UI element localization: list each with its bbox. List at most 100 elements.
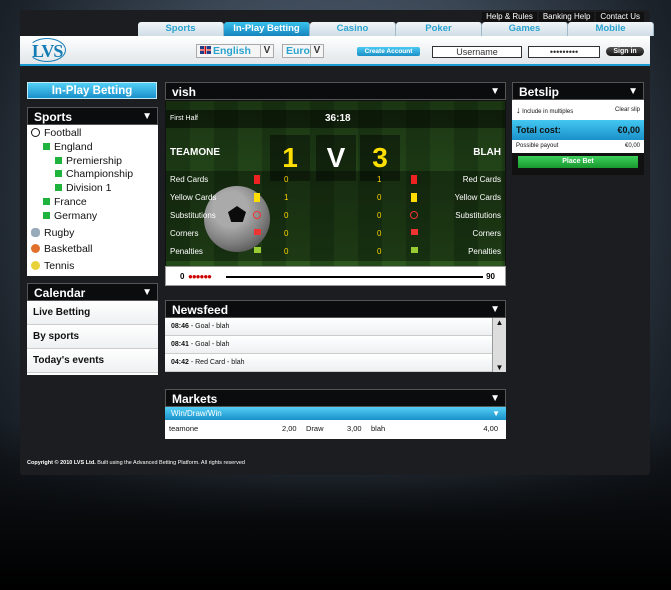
calendar-title: Calendar ▼ <box>27 283 158 301</box>
betslip-panel: Betslip ▼ ↓ Include in multiples Clear sli… <box>512 82 644 175</box>
header-bar: LVS English V Euro V Create Account Userna… <box>20 36 650 66</box>
news-item: 08:46 - Goal - blah <box>165 318 506 336</box>
collapse-icon[interactable]: ▼ <box>490 390 500 408</box>
sport-rugby[interactable]: Rugby <box>31 227 154 241</box>
green-square-icon <box>43 197 50 205</box>
penalty-icon <box>254 247 261 253</box>
market-row: teamone 2,00 Draw 3,00 blah 4,00 <box>165 420 506 438</box>
contact-us-link[interactable]: Contact Us <box>596 12 644 22</box>
region-france[interactable]: France <box>31 196 154 210</box>
language-select[interactable]: English V <box>196 44 274 58</box>
collapse-icon[interactable]: ▼ <box>628 83 638 101</box>
collapse-icon[interactable]: ▼ <box>142 108 152 126</box>
uk-flag-icon <box>200 46 211 54</box>
tab-sports[interactable]: Sports <box>138 22 224 36</box>
odds-home[interactable]: 2,00 <box>282 420 297 438</box>
in-play-betting-button[interactable]: In-Play Betting <box>27 82 157 99</box>
event-icons: ●●●●●● <box>188 272 212 281</box>
corner-flag-icon <box>254 229 261 235</box>
basketball-icon <box>31 244 40 254</box>
clock-row: First Half 36:18 <box>166 110 505 128</box>
banking-help-link[interactable]: Banking Help <box>538 12 595 22</box>
newsfeed-scrollbar[interactable]: ▲ ▼ <box>492 318 506 372</box>
stat-penalties: Penalties 0 0 Penalties <box>166 243 505 261</box>
odds-draw[interactable]: 3,00 <box>347 420 362 438</box>
tab-games[interactable]: Games <box>482 22 568 36</box>
substitution-icon <box>253 211 261 219</box>
calendar-live-betting[interactable]: Live Betting <box>27 301 158 325</box>
collapse-icon[interactable]: ▼ <box>142 284 152 302</box>
betslip-title: Betslip ▼ <box>512 82 644 100</box>
possible-payout-row: Possible payout €0,00 <box>512 140 644 153</box>
calendar-todays-events[interactable]: Today's events <box>27 349 158 373</box>
tennis-icon <box>31 261 40 271</box>
football-icon <box>31 128 40 137</box>
clear-slip-link[interactable]: Clear slip <box>615 100 640 120</box>
place-bet-button[interactable]: Place Bet <box>518 156 638 168</box>
news-item: 04:42 - Red Card - blah <box>165 354 506 372</box>
sports-panel: Sports ▼ Football England Premiership Cha… <box>27 107 158 276</box>
tab-casino[interactable]: Casino <box>310 22 396 36</box>
stat-red-cards: Red Cards 0 1 Red Cards <box>166 171 505 189</box>
selection-away[interactable]: blah <box>371 420 385 438</box>
yellow-card-icon <box>411 193 417 202</box>
newsfeed-title: Newsfeed ▼ <box>165 300 506 318</box>
help-rules-link[interactable]: Help & Rules <box>482 12 537 22</box>
market-table: Win/Draw/Win ▼ teamone 2,00 Draw 3,00 bla… <box>165 407 506 439</box>
market-header[interactable]: Win/Draw/Win ▼ <box>165 407 506 420</box>
selection-home[interactable]: teamone <box>169 420 198 438</box>
green-square-icon <box>55 156 62 164</box>
username-field[interactable]: Username <box>432 46 522 58</box>
include-arrow-icon[interactable]: ↓ <box>516 105 521 115</box>
sport-football[interactable]: Football <box>31 127 154 141</box>
green-square-icon <box>43 211 50 219</box>
green-square-icon <box>55 170 62 178</box>
scoreboard: First Half 36:18 1 V 3 TEAMONE BLAH Red C… <box>165 100 506 286</box>
league-championship[interactable]: Championship <box>31 168 154 182</box>
match-timeline: 0 ●●●●●● 90 <box>165 266 506 286</box>
sports-title: Sports ▼ <box>27 107 158 125</box>
tab-mobile[interactable]: Mobile <box>568 22 654 36</box>
tab-poker[interactable]: Poker <box>396 22 482 36</box>
sport-basketball[interactable]: Basketball <box>31 243 154 257</box>
match-panel: vish ▼ <box>165 82 506 100</box>
stat-substitutions: Substitutions 0 0 Substitutions <box>166 207 505 225</box>
corner-flag-icon <box>411 229 418 235</box>
markets-panel: Markets ▼ <box>165 389 506 407</box>
main-nav: Sports In-Play Betting Casino Poker Game… <box>138 22 654 36</box>
include-multiples[interactable]: Include in multiples <box>522 109 573 115</box>
chevron-down-icon: V <box>310 45 323 57</box>
total-cost-row: Total cost: €0,00 <box>512 120 644 140</box>
top-links: Help & Rules Banking Help Contact Us <box>482 12 644 22</box>
sport-tennis[interactable]: Tennis <box>31 260 154 274</box>
red-card-icon <box>254 175 260 184</box>
logo[interactable]: LVS <box>28 38 66 62</box>
match-title: vish ▼ <box>165 82 506 100</box>
sign-in-button[interactable]: Sign in <box>606 47 644 56</box>
footer: Copyright © 2010 LVS Ltd. Built using th… <box>27 460 245 466</box>
league-premiership[interactable]: Premiership <box>31 155 154 169</box>
chevron-down-icon: V <box>260 45 273 57</box>
password-field[interactable]: ••••••••• <box>528 46 600 58</box>
calendar-by-sports[interactable]: By sports <box>27 325 158 349</box>
collapse-icon[interactable]: ▼ <box>490 83 500 101</box>
odds-away[interactable]: 4,00 <box>483 420 498 438</box>
league-division-1[interactable]: Division 1 <box>31 182 154 196</box>
red-card-icon <box>411 175 417 184</box>
yellow-card-icon <box>254 193 260 202</box>
region-germany[interactable]: Germany <box>31 210 154 224</box>
penalty-icon <box>411 247 418 253</box>
markets-title: Markets ▼ <box>165 389 506 407</box>
team-home: TEAMONE <box>170 147 220 158</box>
currency-select[interactable]: Euro V <box>282 44 324 58</box>
team-away: BLAH <box>473 147 501 158</box>
stat-yellow-cards: Yellow Cards 1 0 Yellow Cards <box>166 189 505 207</box>
substitution-icon <box>410 211 418 219</box>
selection-draw[interactable]: Draw <box>306 420 324 438</box>
tab-in-play-betting[interactable]: In-Play Betting <box>224 22 310 36</box>
green-square-icon <box>43 142 50 150</box>
collapse-icon[interactable]: ▼ <box>490 301 500 319</box>
region-england[interactable]: England <box>31 141 154 155</box>
create-account-button[interactable]: Create Account <box>357 47 420 56</box>
stat-corners: Corners 0 0 Corners <box>166 225 505 243</box>
